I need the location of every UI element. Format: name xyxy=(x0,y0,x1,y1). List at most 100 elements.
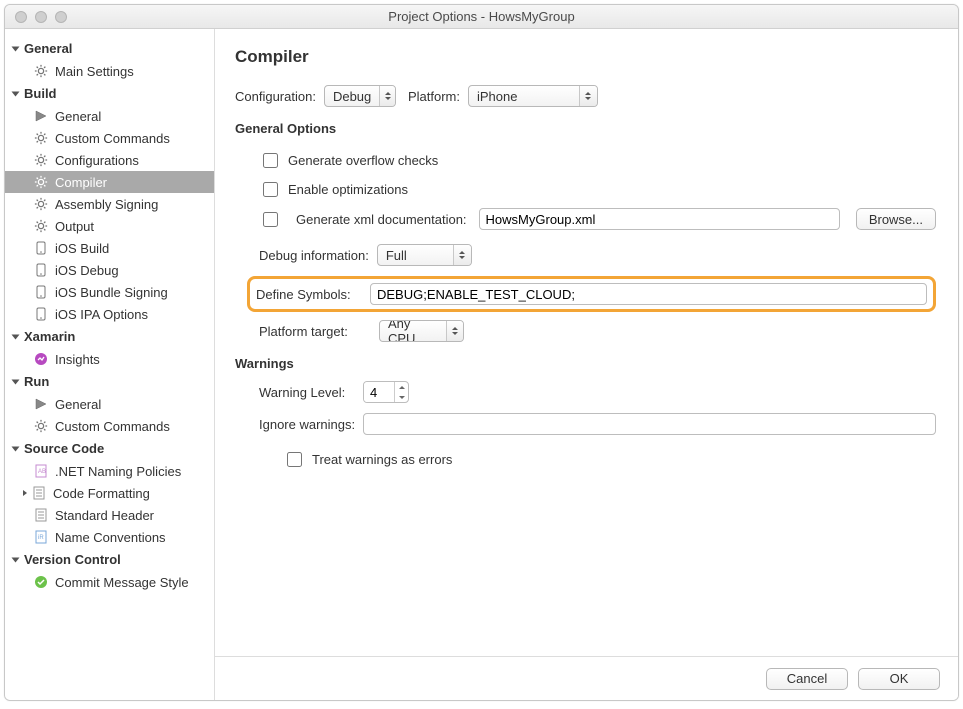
sidebar-item-label: iOS Bundle Signing xyxy=(55,285,168,300)
svg-text:AB: AB xyxy=(38,469,46,475)
sidebar-item-commit-style[interactable]: Commit Message Style xyxy=(5,571,214,593)
chevron-down-icon xyxy=(12,46,20,51)
debug-info-label: Debug information: xyxy=(259,248,369,263)
cancel-button[interactable]: Cancel xyxy=(766,668,848,690)
platform-target-value: Any CPU xyxy=(388,320,446,342)
ignore-warnings-input[interactable] xyxy=(363,413,936,435)
sidebar-item-run-general[interactable]: General xyxy=(5,393,214,415)
platform-target-label: Platform target: xyxy=(259,324,379,339)
dialog-body: General Main Settings Build General Cust… xyxy=(5,29,958,700)
sidebar-item-assembly-signing[interactable]: Assembly Signing xyxy=(5,193,214,215)
sidebar-item-output[interactable]: Output xyxy=(5,215,214,237)
ignore-warnings-row: Ignore warnings: xyxy=(235,413,936,435)
chevron-down-icon xyxy=(12,446,20,451)
browse-button[interactable]: Browse... xyxy=(856,208,936,230)
xml-doc-input[interactable] xyxy=(479,208,840,230)
chevron-down-icon xyxy=(12,379,20,384)
chevron-right-icon xyxy=(19,490,31,496)
sidebar-item-ios-ipa-options[interactable]: iOS IPA Options xyxy=(5,303,214,325)
sidebar-item-net-naming[interactable]: AB .NET Naming Policies xyxy=(5,460,214,482)
sidebar-item-label: Output xyxy=(55,219,94,234)
stepper-arrows[interactable] xyxy=(394,382,408,402)
sidebar-item-ios-debug[interactable]: iOS Debug xyxy=(5,259,214,281)
warnings-header: Warnings xyxy=(235,356,936,371)
treat-warnings-row: Treat warnings as errors xyxy=(235,445,936,474)
platform-target-row: Platform target: Any CPU xyxy=(235,320,936,342)
project-options-window: Project Options - HowsMyGroup General Ma… xyxy=(4,4,959,701)
configuration-select[interactable]: Debug xyxy=(324,85,396,107)
section-label: Run xyxy=(24,374,49,389)
sidebar-item-ios-build[interactable]: iOS Build xyxy=(5,237,214,259)
gear-icon xyxy=(33,152,49,168)
chevron-updown-icon xyxy=(579,86,597,106)
sidebar-item-ios-bundle-signing[interactable]: iOS Bundle Signing xyxy=(5,281,214,303)
gear-icon xyxy=(33,130,49,146)
gear-icon xyxy=(33,418,49,434)
main-panel: Compiler Configuration: Debug Platform: … xyxy=(215,29,958,700)
document-icon xyxy=(31,485,47,501)
sidebar-item-label: Commit Message Style xyxy=(55,575,189,590)
gear-icon xyxy=(33,196,49,212)
platform-value: iPhone xyxy=(477,89,579,104)
sidebar-item-label: Main Settings xyxy=(55,64,134,79)
sidebar-item-run-custom-commands[interactable]: Custom Commands xyxy=(5,415,214,437)
section-label: Version Control xyxy=(24,552,121,567)
chevron-down-icon xyxy=(12,557,20,562)
xml-doc-checkbox[interactable] xyxy=(263,212,278,227)
platform-select[interactable]: iPhone xyxy=(468,85,598,107)
chevron-down-icon xyxy=(12,91,20,96)
platform-target-select[interactable]: Any CPU xyxy=(379,320,464,342)
sidebar-item-build-general[interactable]: General xyxy=(5,105,214,127)
define-symbols-highlight: Define Symbols: xyxy=(247,276,936,312)
enable-optimizations-label: Enable optimizations xyxy=(288,182,408,197)
sidebar-item-insights[interactable]: Insights xyxy=(5,348,214,370)
overflow-checks-checkbox[interactable] xyxy=(263,153,278,168)
debug-info-select[interactable]: Full xyxy=(377,244,472,266)
sidebar-item-label: Custom Commands xyxy=(55,131,170,146)
phone-icon xyxy=(33,262,49,278)
debug-info-value: Full xyxy=(386,248,453,263)
sidebar-item-main-settings[interactable]: Main Settings xyxy=(5,60,214,82)
enable-optimizations-checkbox[interactable] xyxy=(263,182,278,197)
configuration-value: Debug xyxy=(333,89,379,104)
chevron-updown-icon xyxy=(453,245,471,265)
sidebar-item-label: General xyxy=(55,397,101,412)
sidebar-item-code-formatting[interactable]: Code Formatting xyxy=(5,482,214,504)
sidebar-section-source-code[interactable]: Source Code xyxy=(5,437,214,460)
xml-doc-label: Generate xml documentation: xyxy=(296,212,467,227)
sidebar-section-version-control[interactable]: Version Control xyxy=(5,548,214,571)
sidebar-item-standard-header[interactable]: Standard Header xyxy=(5,504,214,526)
sidebar-section-general[interactable]: General xyxy=(5,37,214,60)
gear-icon xyxy=(33,174,49,190)
cancel-label: Cancel xyxy=(787,671,827,686)
warning-level-input[interactable] xyxy=(364,382,394,402)
ok-label: OK xyxy=(890,671,909,686)
main-content: Compiler Configuration: Debug Platform: … xyxy=(215,29,958,656)
configuration-label: Configuration: xyxy=(235,89,316,104)
sidebar-item-label: General xyxy=(55,109,101,124)
phone-icon xyxy=(33,306,49,322)
sidebar-item-name-conventions[interactable]: iR Name Conventions xyxy=(5,526,214,548)
sidebar-item-label: Name Conventions xyxy=(55,530,166,545)
document-icon: iR xyxy=(33,529,49,545)
define-symbols-input[interactable] xyxy=(370,283,927,305)
sidebar-item-label: Custom Commands xyxy=(55,419,170,434)
sidebar-item-compiler[interactable]: Compiler xyxy=(5,171,214,193)
configuration-row: Configuration: Debug Platform: iPhone xyxy=(235,85,936,107)
sidebar-section-build[interactable]: Build xyxy=(5,82,214,105)
browse-label: Browse... xyxy=(869,212,923,227)
sidebar-item-configurations[interactable]: Configurations xyxy=(5,149,214,171)
debug-info-row: Debug information: Full xyxy=(235,244,936,266)
xml-doc-row: Generate xml documentation: Browse... xyxy=(235,204,936,234)
sidebar-item-label: .NET Naming Policies xyxy=(55,464,181,479)
warning-level-stepper[interactable] xyxy=(363,381,409,403)
sidebar-section-run[interactable]: Run xyxy=(5,370,214,393)
ok-button[interactable]: OK xyxy=(858,668,940,690)
overflow-checks-row: Generate overflow checks xyxy=(235,146,936,175)
treat-warnings-checkbox[interactable] xyxy=(287,452,302,467)
chevron-updown-icon xyxy=(446,321,463,341)
phone-icon xyxy=(33,240,49,256)
play-icon xyxy=(33,396,49,412)
sidebar-item-custom-commands[interactable]: Custom Commands xyxy=(5,127,214,149)
sidebar-section-xamarin[interactable]: Xamarin xyxy=(5,325,214,348)
